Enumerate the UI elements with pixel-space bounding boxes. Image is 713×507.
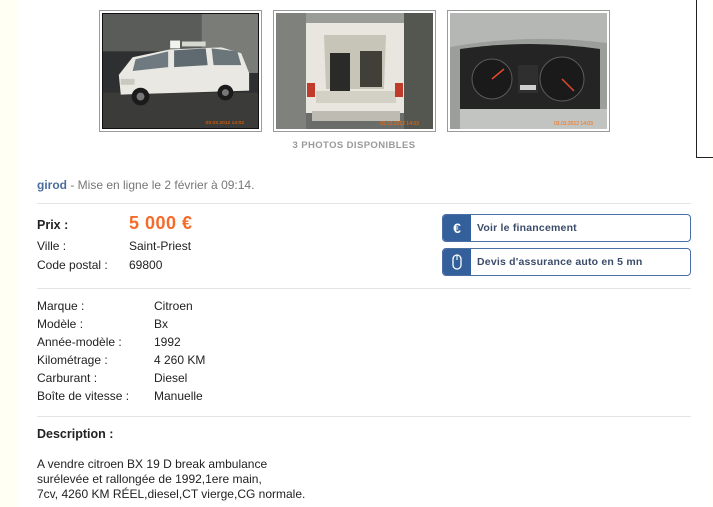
zip-label: Code postal : — [37, 258, 108, 272]
photo-date-stamp: 03.03.2012 14:02 — [206, 120, 245, 126]
city-value: Saint-Priest — [129, 239, 192, 253]
spec-value: Manuelle — [154, 389, 203, 403]
spec-label: Année-modèle : — [37, 335, 122, 349]
side-panel-border-bottom — [696, 157, 713, 158]
divider — [37, 416, 691, 417]
spec-label: Carburant : — [37, 371, 98, 385]
zip-value: 69800 — [129, 258, 163, 272]
spec-value: Citroen — [154, 299, 193, 313]
mouse-icon — [443, 249, 471, 275]
poster-line: girod - Mise en ligne le 2 février à 09:… — [37, 178, 254, 192]
price-value: 5 000 € — [129, 213, 193, 233]
description-line: A vendre citroen BX 19 D break ambulance — [37, 457, 268, 471]
financing-button-label: Voir le financement — [477, 222, 577, 234]
side-panel-border — [696, 0, 697, 158]
photo-thumbnail-2[interactable]: 03.03.2012 14:03 — [273, 10, 436, 132]
seller-link[interactable]: girod — [37, 178, 67, 192]
cargo-photo-image: 03.03.2012 14:03 — [276, 13, 433, 129]
divider — [37, 203, 691, 204]
spec-label: Kilométrage : — [37, 353, 108, 367]
photo-thumbnail-3[interactable]: 03.03.2012 14:03 — [447, 10, 610, 132]
euro-icon: € — [443, 215, 471, 241]
car-photo-image: 03.03.2012 14:02 — [103, 14, 258, 128]
divider — [37, 288, 691, 289]
insurance-quote-button[interactable]: Devis d'assurance auto en 5 mn — [442, 248, 691, 276]
photo-date-stamp: 03.03.2012 14:03 — [380, 121, 419, 127]
posted-date: - Mise en ligne le 2 février à 09:14. — [67, 178, 255, 192]
photo-thumbnail-1[interactable]: 03.03.2012 14:02 — [99, 10, 262, 132]
description-title: Description : — [37, 427, 114, 441]
spec-value: Bx — [154, 317, 169, 331]
financing-button[interactable]: € Voir le financement — [442, 214, 691, 242]
spec-value: Diesel — [154, 371, 188, 385]
spec-label: Boîte de vitesse : — [37, 389, 130, 403]
photo-date-stamp: 03.03.2012 14:03 — [554, 121, 593, 127]
description-line: surélevée et rallongée de 1992,1ere main… — [37, 472, 262, 486]
spec-label: Marque : — [37, 299, 85, 313]
spec-value: 4 260 KM — [154, 353, 206, 367]
price-label: Prix : — [37, 218, 69, 232]
insurance-quote-label: Devis d'assurance auto en 5 mn — [477, 256, 643, 268]
city-label: Ville : — [37, 239, 67, 253]
description-line: 7cv, 4260 KM RÉEL,diesel,CT vierge,CG no… — [37, 487, 306, 501]
spec-value: 1992 — [154, 335, 181, 349]
photo-count-label: 3 PHOTOS DISPONIBLES — [292, 140, 416, 151]
spec-label: Modèle : — [37, 317, 84, 331]
dashboard-photo-image: 03.03.2012 14:03 — [450, 13, 607, 129]
